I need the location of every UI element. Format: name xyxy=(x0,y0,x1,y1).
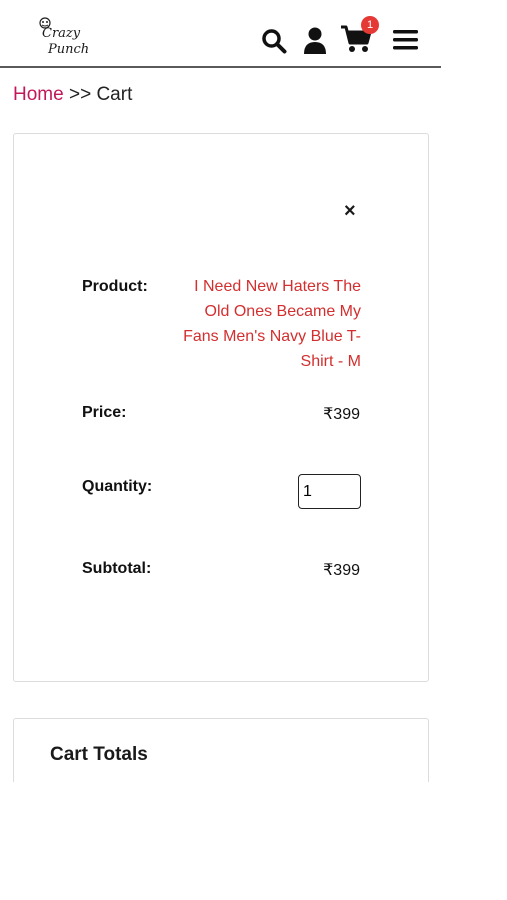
logo-text-line2: Punch xyxy=(48,42,90,57)
crazy-punch-logo[interactable]: Crazy Punch xyxy=(36,14,96,62)
price-value: ₹399 xyxy=(323,406,360,423)
quantity-label: Quantity: xyxy=(82,478,153,495)
subtotal-label: Subtotal: xyxy=(82,560,152,577)
logo-text-line1: Crazy xyxy=(42,26,81,41)
subtotal-value: ₹399 xyxy=(323,562,360,579)
user-icon[interactable] xyxy=(303,27,327,54)
remove-item-icon[interactable]: × xyxy=(344,201,360,221)
menu-icon[interactable] xyxy=(393,29,418,51)
cart-count-badge: 1 xyxy=(361,16,379,34)
breadcrumb-current: Cart xyxy=(96,84,133,105)
cart-totals-title: Cart Totals xyxy=(50,744,148,765)
product-label: Product: xyxy=(82,278,148,295)
product-name-link[interactable]: I Need New Haters The Old Ones Became My… xyxy=(174,274,361,374)
breadcrumb-separator: >> xyxy=(68,84,92,105)
breadcrumb-home-link[interactable]: Home xyxy=(13,84,64,105)
price-label: Price: xyxy=(82,404,127,421)
quantity-input[interactable] xyxy=(298,474,361,509)
cart-item-card: × Product: I Need New Haters The Old One… xyxy=(13,133,429,682)
breadcrumb: Home >> Cart xyxy=(13,84,132,106)
cart-totals-card: Cart Totals xyxy=(13,718,429,782)
search-icon[interactable] xyxy=(261,28,287,54)
site-header: Crazy Punch 1 xyxy=(0,0,441,68)
